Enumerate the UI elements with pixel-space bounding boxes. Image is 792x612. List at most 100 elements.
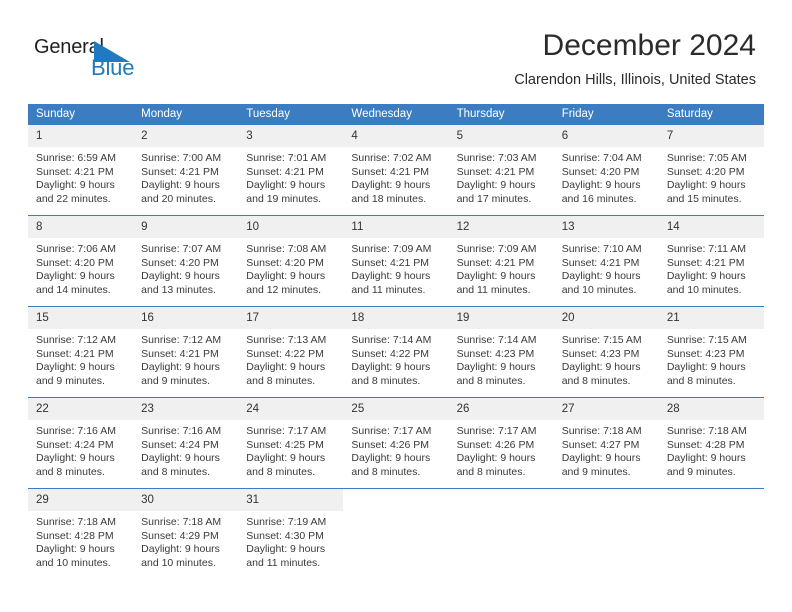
sunset-text: Sunset: 4:23 PM [666, 347, 745, 360]
calendar-day-cell[interactable]: 6 Sunrise: 7:04 AM Sunset: 4:20 PM Daylight… [553, 125, 659, 216]
page-subtitle: Clarendon Hills, Illinois, United States [514, 72, 756, 88]
calendar-day-cell[interactable]: 25 Sunrise: 7:17 AM Sunset: 4:26 PM Dayligh… [343, 397, 449, 489]
daylight-text-line2: and 11 minutes. [351, 283, 426, 296]
day-details: Sunrise: 7:18 AM Sunset: 4:29 PM Daylight:… [133, 511, 238, 570]
calendar-day-cell[interactable]: 13 Sunrise: 7:10 AM Sunset: 4:21 PM Dayligh… [553, 215, 659, 307]
sunrise-text: Sunrise: 7:17 AM [351, 425, 432, 437]
calendar-day-cell[interactable]: 1 Sunrise: 6:59 AM Sunset: 4:21 PM Daylight… [28, 125, 134, 216]
day-details: Sunrise: 7:02 AM Sunset: 4:21 PM Daylight:… [343, 147, 448, 206]
sunrise-text: Sunrise: 7:15 AM [666, 334, 747, 346]
day-details: Sunrise: 7:18 AM Sunset: 4:28 PM Daylight:… [659, 420, 764, 479]
calendar-day-cell[interactable]: 4 Sunrise: 7:02 AM Sunset: 4:21 PM Daylight… [343, 125, 449, 216]
sunrise-text: Sunrise: 7:15 AM [561, 334, 642, 346]
calendar-day-cell[interactable]: 3 Sunrise: 7:01 AM Sunset: 4:21 PM Daylight… [238, 125, 344, 216]
calendar-day-cell[interactable]: 11 Sunrise: 7:09 AM Sunset: 4:21 PM Dayligh… [343, 215, 449, 307]
sunset-text: Sunset: 4:21 PM [36, 165, 114, 178]
calendar-day-cell[interactable]: 20 Sunrise: 7:15 AM Sunset: 4:23 PM Dayligh… [553, 306, 659, 398]
calendar-table: Sunday Monday Tuesday Wednesday Thursday… [28, 104, 764, 579]
general-blue-logo[interactable]: General Blue [34, 36, 144, 86]
day-number: 13 [553, 216, 659, 238]
calendar-week-row: 1 Sunrise: 6:59 AM Sunset: 4:21 PM Daylight… [28, 125, 764, 216]
sunset-text: Sunset: 4:27 PM [561, 438, 640, 451]
day-details [343, 511, 448, 516]
calendar-day-cell[interactable]: 17 Sunrise: 7:13 AM Sunset: 4:22 PM Dayligh… [238, 306, 344, 398]
calendar-grid: Sunday Monday Tuesday Wednesday Thursday… [28, 104, 764, 579]
daylight-text-line2: and 8 minutes. [351, 465, 421, 478]
calendar-day-cell[interactable]: 14 Sunrise: 7:11 AM Sunset: 4:21 PM Dayligh… [658, 215, 764, 307]
day-details: Sunrise: 7:12 AM Sunset: 4:21 PM Daylight:… [133, 329, 238, 388]
calendar-day-cell[interactable]: 26 Sunrise: 7:17 AM Sunset: 4:26 PM Dayligh… [448, 397, 554, 489]
calendar-day-cell[interactable]: 18 Sunrise: 7:14 AM Sunset: 4:22 PM Dayligh… [343, 306, 449, 398]
calendar-day-cell[interactable]: 19 Sunrise: 7:14 AM Sunset: 4:23 PM Dayligh… [448, 306, 554, 398]
sunrise-text: Sunrise: 7:14 AM [351, 334, 432, 346]
calendar-day-cell[interactable]: 21 Sunrise: 7:15 AM Sunset: 4:23 PM Dayligh… [658, 306, 764, 398]
sunset-text: Sunset: 4:21 PM [246, 165, 324, 178]
sunrise-text: Sunrise: 7:18 AM [36, 516, 116, 528]
daylight-text-line1: Daylight: 9 hours [351, 452, 431, 465]
calendar-day-cell[interactable]: 27 Sunrise: 7:18 AM Sunset: 4:27 PM Dayligh… [553, 397, 659, 489]
daylight-text-line2: and 16 minutes. [561, 192, 637, 205]
daylight-text-line2: and 8 minutes. [36, 465, 105, 478]
day-details: Sunrise: 7:17 AM Sunset: 4:25 PM Daylight:… [238, 420, 343, 479]
sunrise-text: Sunrise: 7:01 AM [246, 152, 327, 164]
sunset-text: Sunset: 4:20 PM [561, 165, 640, 178]
calendar-day-cell[interactable]: 10 Sunrise: 7:08 AM Sunset: 4:20 PM Dayligh… [238, 215, 344, 307]
calendar-header-row: Sunday Monday Tuesday Wednesday Thursday… [28, 104, 764, 125]
calendar-day-cell[interactable]: 24 Sunrise: 7:17 AM Sunset: 4:25 PM Dayligh… [238, 397, 344, 489]
day-number: 6 [553, 125, 659, 147]
calendar-day-cell[interactable]: 23 Sunrise: 7:16 AM Sunset: 4:24 PM Dayligh… [133, 397, 239, 489]
calendar-day-cell[interactable]: 5 Sunrise: 7:03 AM Sunset: 4:21 PM Daylight… [448, 125, 554, 216]
calendar-day-cell[interactable]: 29 Sunrise: 7:18 AM Sunset: 4:28 PM Dayligh… [28, 488, 134, 579]
calendar-day-cell[interactable]: 2 Sunrise: 7:00 AM Sunset: 4:21 PM Daylight… [133, 125, 239, 216]
sunrise-text: Sunrise: 7:18 AM [141, 516, 222, 528]
calendar-week-row: 29 Sunrise: 7:18 AM Sunset: 4:28 PM Dayligh… [28, 488, 764, 579]
day-details: Sunrise: 7:13 AM Sunset: 4:22 PM Daylight:… [238, 329, 343, 388]
day-number: 22 [28, 398, 134, 420]
calendar-day-cell[interactable]: 30 Sunrise: 7:18 AM Sunset: 4:29 PM Dayligh… [133, 488, 239, 579]
daylight-text-line2: and 14 minutes. [36, 283, 111, 296]
daylight-text-line1: Daylight: 9 hours [36, 543, 115, 556]
calendar-day-cell[interactable]: 16 Sunrise: 7:12 AM Sunset: 4:21 PM Dayligh… [133, 306, 239, 398]
daylight-text-line1: Daylight: 9 hours [246, 452, 326, 465]
calendar-day-cell[interactable]: 12 Sunrise: 7:09 AM Sunset: 4:21 PM Dayligh… [448, 215, 554, 307]
weekday-header-sunday: Sunday [28, 104, 134, 125]
calendar-day-cell[interactable]: 7 Sunrise: 7:05 AM Sunset: 4:20 PM Daylight… [658, 125, 764, 216]
calendar-day-cell[interactable]: 9 Sunrise: 7:07 AM Sunset: 4:20 PM Daylight… [133, 215, 239, 307]
day-details: Sunrise: 7:09 AM Sunset: 4:21 PM Daylight:… [343, 238, 448, 297]
calendar-day-cell[interactable]: 15 Sunrise: 7:12 AM Sunset: 4:21 PM Dayligh… [28, 306, 134, 398]
calendar-day-cell[interactable]: 22 Sunrise: 7:16 AM Sunset: 4:24 PM Dayligh… [28, 397, 134, 489]
sunset-text: Sunset: 4:21 PM [666, 256, 745, 269]
daylight-text-line1: Daylight: 9 hours [561, 179, 641, 192]
sunrise-text: Sunrise: 7:00 AM [141, 152, 222, 164]
day-number: 5 [448, 125, 554, 147]
day-number [449, 489, 554, 511]
daylight-text-line2: and 15 minutes. [666, 192, 742, 205]
calendar-cell-empty [658, 488, 764, 579]
calendar-day-cell[interactable]: 8 Sunrise: 7:06 AM Sunset: 4:20 PM Daylight… [28, 215, 134, 307]
calendar-day-cell[interactable]: 28 Sunrise: 7:18 AM Sunset: 4:28 PM Dayligh… [658, 397, 764, 489]
sunset-text: Sunset: 4:23 PM [456, 347, 535, 360]
daylight-text-line2: and 8 minutes. [141, 465, 211, 478]
sunrise-text: Sunrise: 7:12 AM [36, 334, 116, 346]
day-number: 21 [658, 307, 764, 329]
daylight-text-line1: Daylight: 9 hours [141, 270, 220, 283]
daylight-text-line2: and 8 minutes. [666, 374, 736, 387]
day-number: 20 [553, 307, 659, 329]
day-number: 16 [133, 307, 239, 329]
sunrise-text: Sunrise: 7:05 AM [666, 152, 747, 164]
sunset-text: Sunset: 4:25 PM [246, 438, 324, 451]
sunset-text: Sunset: 4:21 PM [456, 165, 535, 178]
sunset-text: Sunset: 4:20 PM [666, 165, 745, 178]
daylight-text-line1: Daylight: 9 hours [141, 543, 220, 556]
day-number: 8 [28, 216, 134, 238]
day-details: Sunrise: 7:16 AM Sunset: 4:24 PM Daylight:… [28, 420, 133, 479]
day-details: Sunrise: 7:17 AM Sunset: 4:26 PM Daylight:… [343, 420, 448, 479]
calendar-page: General Blue December 2024 Clarendon Hil… [0, 0, 792, 612]
calendar-day-cell[interactable]: 31 Sunrise: 7:19 AM Sunset: 4:30 PM Dayligh… [238, 488, 344, 579]
daylight-text-line2: and 10 minutes. [36, 556, 111, 569]
calendar-week-row: 8 Sunrise: 7:06 AM Sunset: 4:20 PM Daylight… [28, 215, 764, 307]
calendar-week-row: 15 Sunrise: 7:12 AM Sunset: 4:21 PM Dayligh… [28, 306, 764, 398]
daylight-text-line2: and 8 minutes. [246, 374, 316, 387]
sunset-text: Sunset: 4:22 PM [246, 347, 324, 360]
day-number: 10 [238, 216, 344, 238]
